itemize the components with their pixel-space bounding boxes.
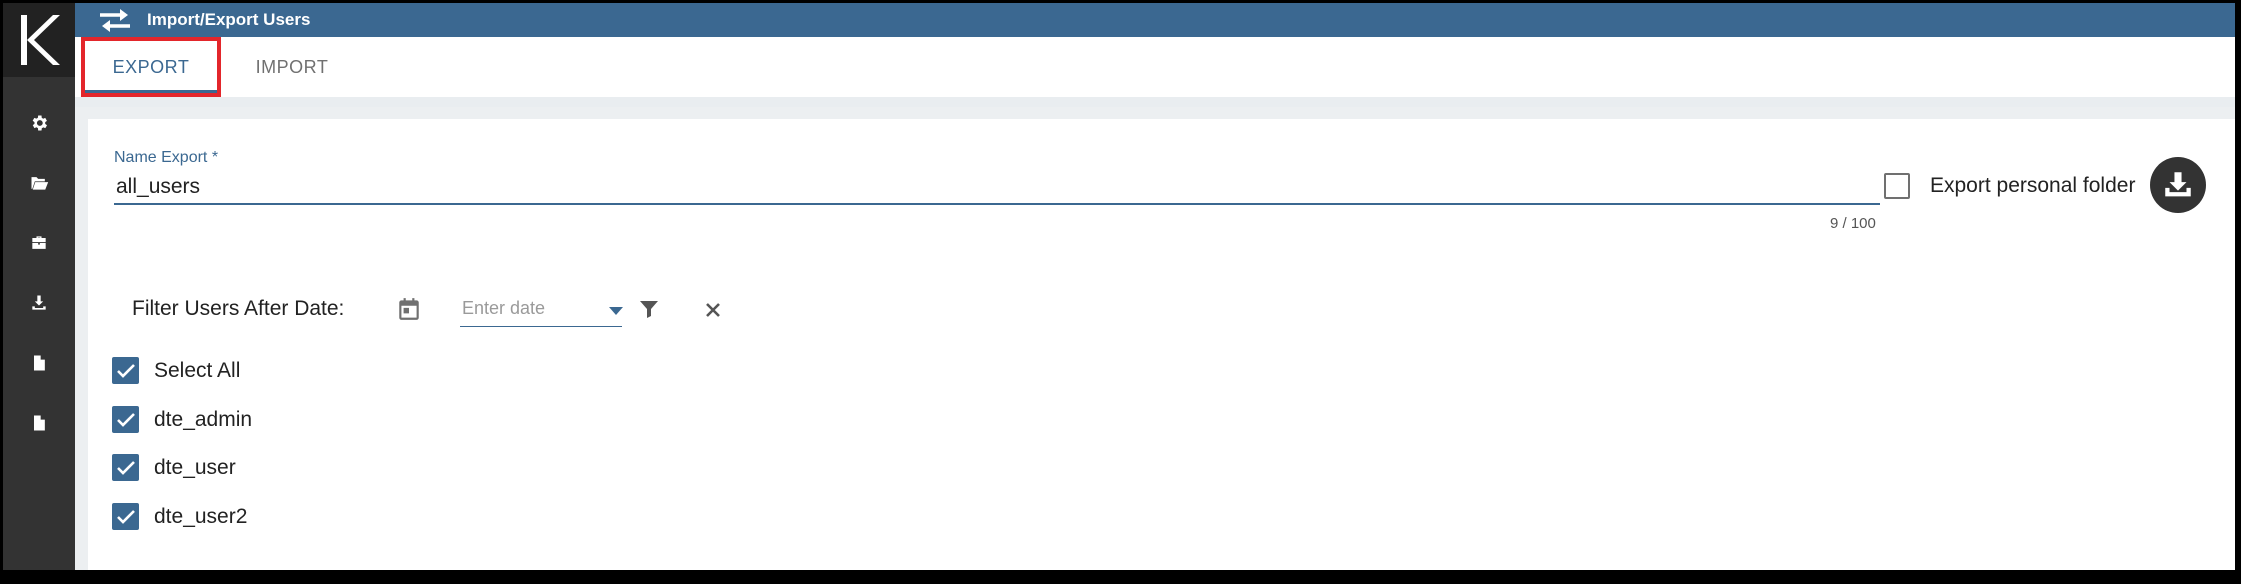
name-export-input[interactable]	[114, 171, 1880, 205]
sidebar	[3, 3, 75, 570]
user-label: dte_user	[154, 455, 236, 479]
tab-export[interactable]: EXPORT	[81, 37, 221, 97]
download-icon	[2165, 172, 2191, 197]
tab-bar: EXPORT IMPORT	[75, 37, 2235, 107]
calendar-icon[interactable]	[394, 294, 424, 324]
user-checkbox-dte-user[interactable]: dte_user	[112, 454, 236, 481]
header-bar: Import/Export Users	[75, 3, 2235, 37]
app-window: Import/Export Users EXPORT IMPORT Name E…	[3, 3, 2235, 570]
check-icon	[116, 460, 135, 475]
close-icon[interactable]	[700, 297, 726, 323]
date-filter-input[interactable]	[460, 291, 622, 327]
user-checkbox-dte-admin[interactable]: dte_admin	[112, 406, 252, 433]
tab-import[interactable]: IMPORT	[237, 37, 347, 97]
checkbox-checked[interactable]	[112, 503, 139, 530]
user-label: dte_admin	[154, 407, 253, 431]
document-icon	[34, 355, 45, 371]
sidebar-item-document-1[interactable]	[21, 345, 57, 381]
user-label: dte_user2	[154, 504, 248, 528]
check-icon	[116, 509, 135, 524]
checkbox-checked[interactable]	[112, 454, 139, 481]
sidebar-item-document-2[interactable]	[21, 405, 57, 441]
logo-k-icon	[21, 15, 60, 65]
folder-open-icon	[31, 177, 49, 190]
sidebar-item-settings[interactable]	[21, 105, 57, 141]
select-all-checkbox[interactable]: Select All	[112, 357, 240, 384]
filter-icon[interactable]	[636, 296, 662, 322]
export-personal-folder-label: Export personal folder	[1930, 174, 2136, 197]
name-export-label: Name Export *	[114, 149, 219, 166]
checkbox-unchecked[interactable]	[1884, 173, 1910, 199]
sidebar-item-downloads[interactable]	[21, 285, 57, 321]
user-label: Select All	[154, 358, 241, 382]
chevron-down-icon[interactable]	[606, 304, 626, 318]
swap-arrows-icon	[97, 6, 133, 34]
export-download-button[interactable]	[2150, 157, 2206, 213]
filter-users-label: Filter Users After Date:	[132, 297, 345, 320]
export-panel: Name Export * 9 / 100 Export personal fo…	[88, 119, 2235, 570]
check-icon	[116, 412, 135, 427]
check-icon	[116, 363, 135, 378]
document-icon	[34, 415, 45, 431]
page-title: Import/Export Users	[147, 10, 311, 29]
sidebar-item-jobs[interactable]	[21, 225, 57, 261]
checkbox-checked[interactable]	[112, 357, 139, 384]
checkbox-checked[interactable]	[112, 406, 139, 433]
download-icon	[32, 295, 46, 310]
sidebar-item-folders[interactable]	[21, 165, 57, 201]
gear-icon	[32, 115, 47, 131]
briefcase-icon	[32, 236, 46, 249]
export-personal-folder-checkbox[interactable]: Export personal folder	[1884, 173, 2135, 199]
character-counter: 9 / 100	[1830, 215, 1876, 232]
logo[interactable]	[3, 3, 75, 77]
user-checkbox-dte-user2[interactable]: dte_user2	[112, 503, 247, 530]
